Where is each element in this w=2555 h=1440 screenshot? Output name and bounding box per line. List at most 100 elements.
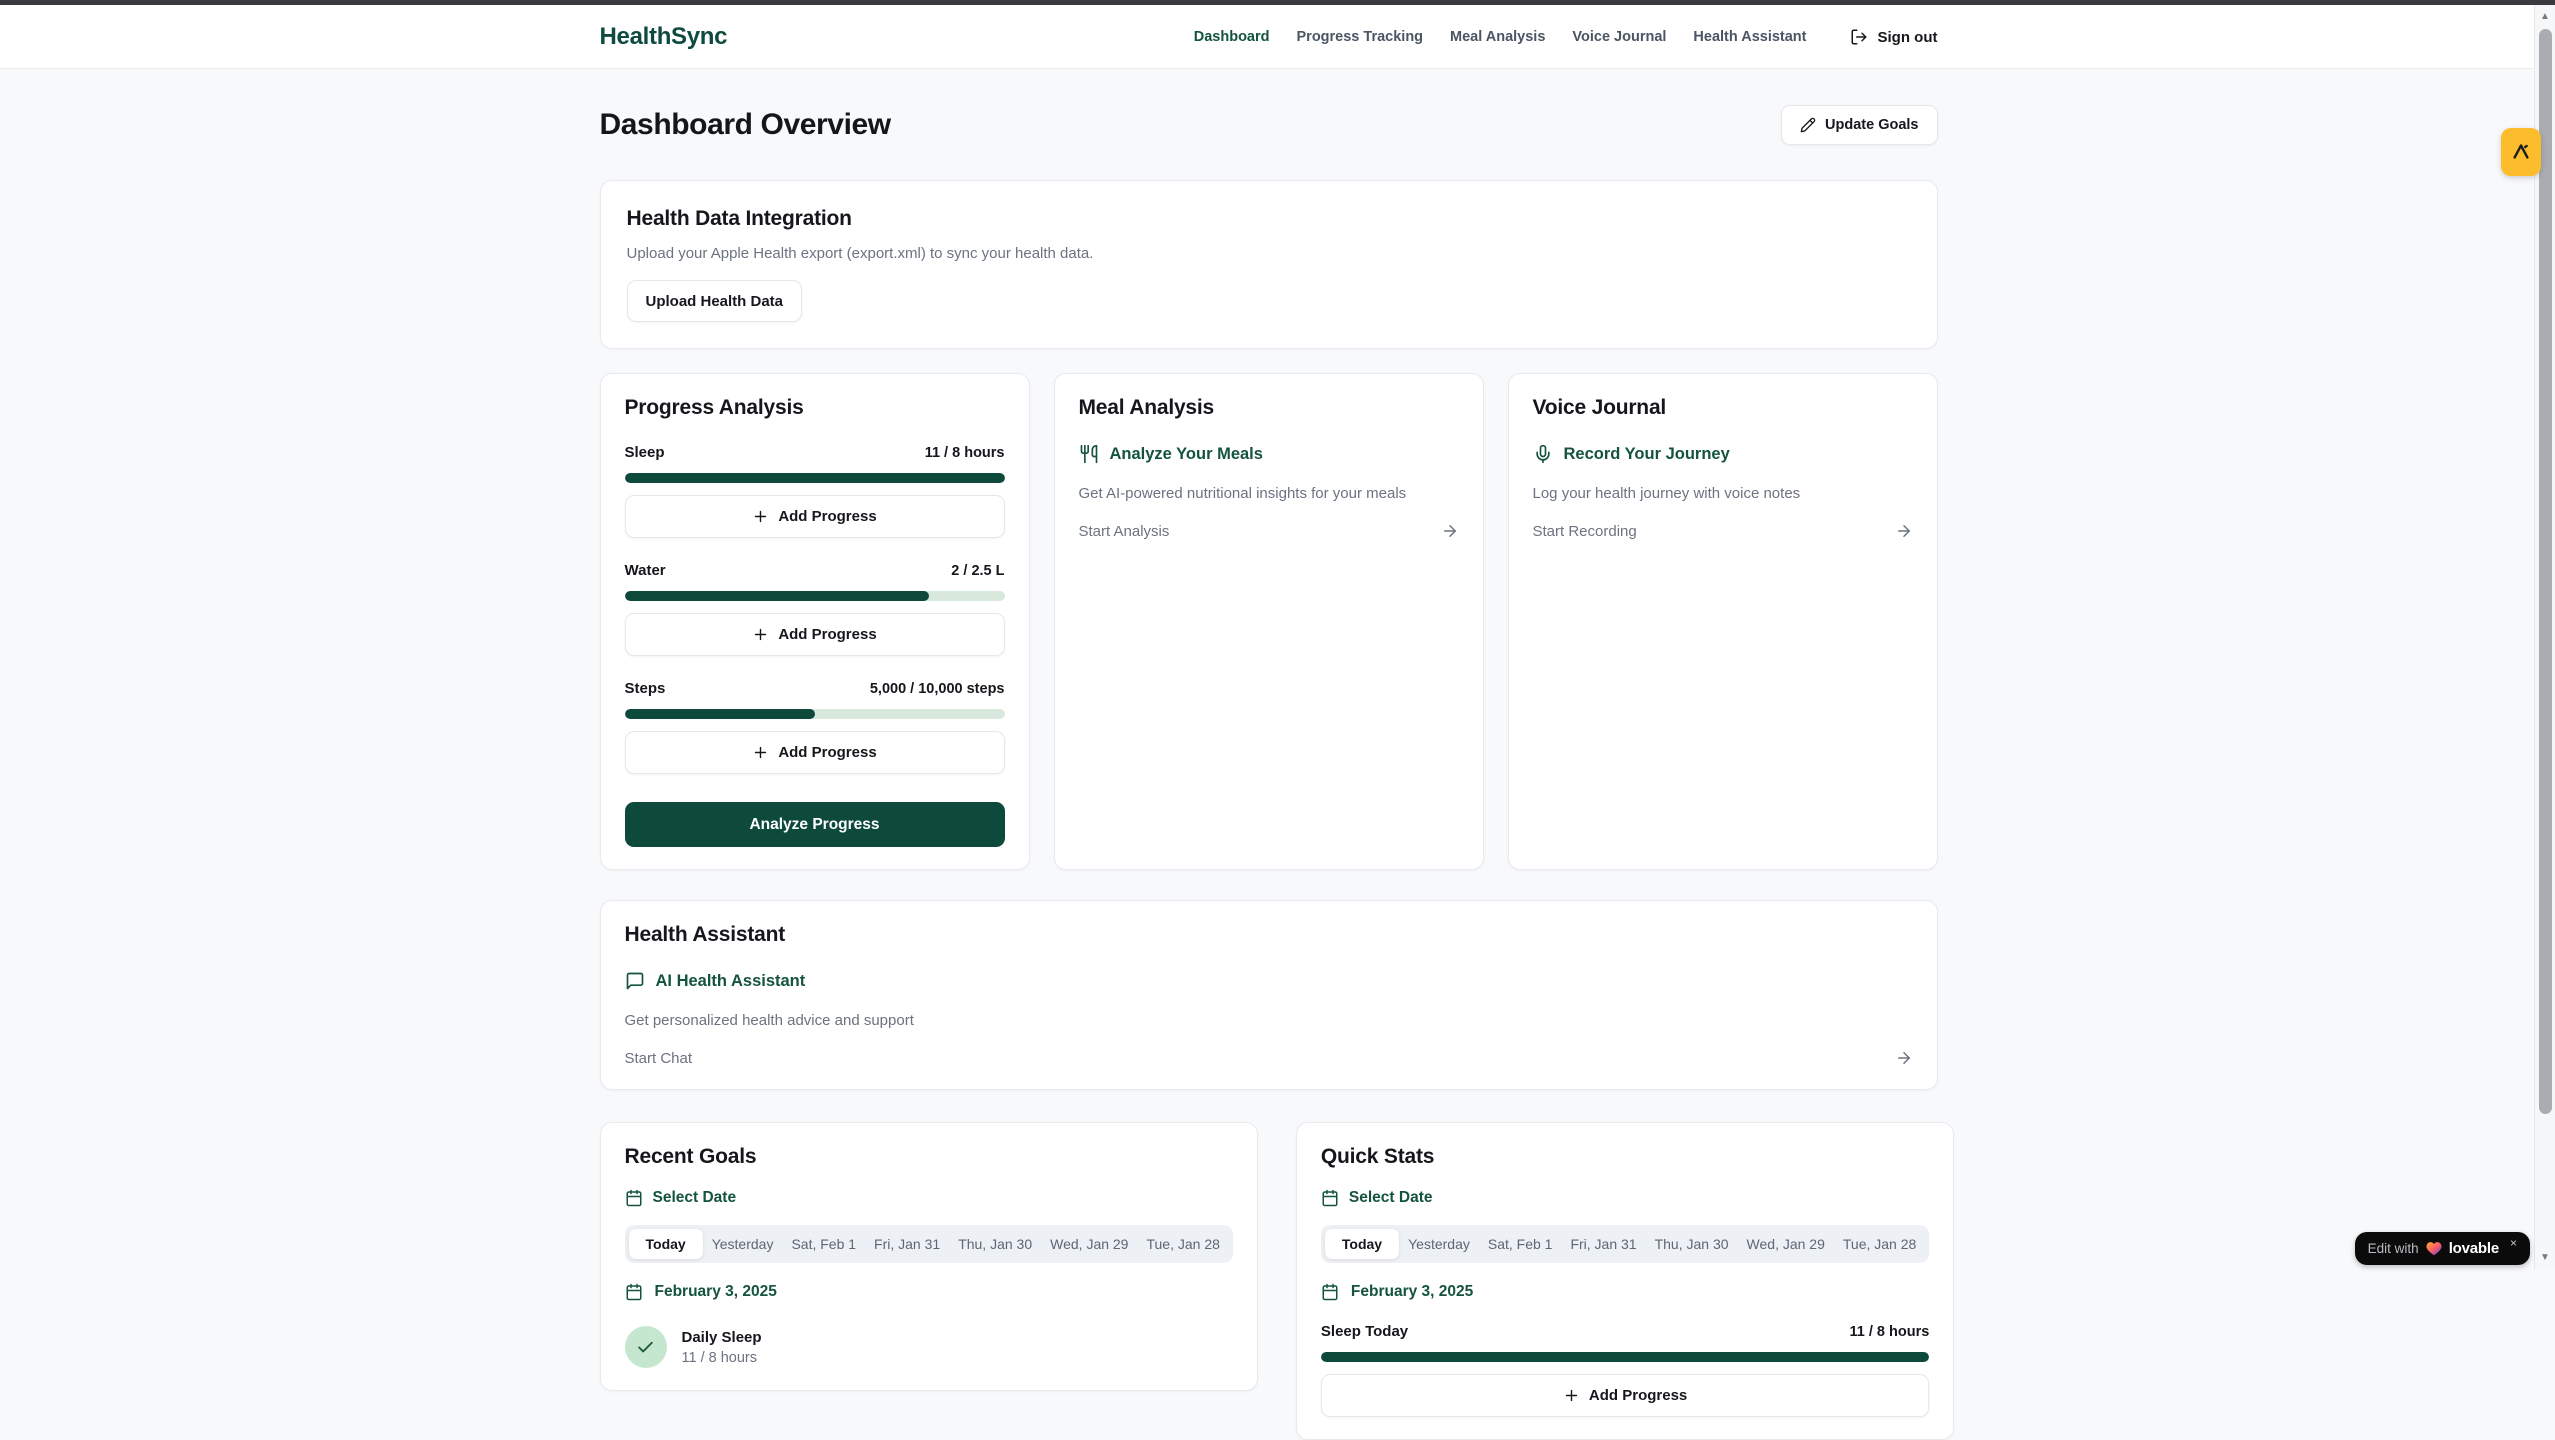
- recent-goals-card: Recent Goals Select Date Today Yesterday…: [600, 1122, 1258, 1391]
- plus-icon: [752, 744, 769, 761]
- recent-goals-selected-date[interactable]: February 3, 2025: [625, 1283, 1233, 1301]
- analyze-progress-button[interactable]: Analyze Progress: [625, 802, 1005, 847]
- recent-goals-title: Recent Goals: [625, 1145, 1233, 1169]
- chat-bubble-icon: [625, 971, 645, 991]
- edit-with-label: Edit with: [2368, 1241, 2419, 1256]
- analyze-your-meals-link[interactable]: Analyze Your Meals: [1079, 444, 1459, 464]
- metric-steps: Steps 5,000 / 10,000 steps Add Progress: [625, 680, 1005, 774]
- side-extension-badge[interactable]: [2501, 128, 2541, 176]
- meal-analysis-card: Meal Analysis Analyze Your Meals Get AI-…: [1054, 373, 1484, 870]
- lovable-brand-label: lovable: [2449, 1240, 2499, 1257]
- nav-item-meal-analysis[interactable]: Meal Analysis: [1450, 29, 1545, 45]
- scrollbar-thumb[interactable]: [2539, 29, 2552, 1114]
- calendar-icon: [1321, 1189, 1339, 1207]
- add-progress-sleep-button[interactable]: Add Progress: [625, 495, 1005, 538]
- add-progress-steps-button[interactable]: Add Progress: [625, 731, 1005, 774]
- main-content: Dashboard Overview Update Goals Health D…: [600, 69, 1938, 1440]
- nav-item-dashboard[interactable]: Dashboard: [1194, 29, 1270, 45]
- recent-goals-select-date[interactable]: Select Date: [625, 1189, 1233, 1207]
- plus-icon: [752, 626, 769, 643]
- metric-sleep: Sleep 11 / 8 hours Add Progress: [625, 444, 1005, 538]
- utensils-icon: [1079, 444, 1099, 464]
- sign-out-button[interactable]: Sign out: [1850, 28, 1938, 46]
- nav-item-voice-journal[interactable]: Voice Journal: [1572, 29, 1666, 45]
- health-assistant-card: Health Assistant AI Health Assistant Get…: [600, 900, 1938, 1090]
- tab-fri-jan-31[interactable]: Fri, Jan 31: [865, 1229, 949, 1259]
- record-your-journey-link[interactable]: Record Your Journey: [1533, 444, 1913, 464]
- microphone-icon: [1533, 444, 1553, 464]
- start-chat-link[interactable]: Start Chat: [625, 1050, 693, 1067]
- meal-analysis-title: Meal Analysis: [1079, 396, 1459, 420]
- tab-thu-jan-30[interactable]: Thu, Jan 30: [949, 1229, 1041, 1259]
- app-logo[interactable]: HealthSync: [600, 23, 728, 51]
- recent-goals-date-tabs: Today Yesterday Sat, Feb 1 Fri, Jan 31 T…: [625, 1225, 1233, 1263]
- water-progress-bar: [625, 591, 1005, 601]
- arrow-right-icon[interactable]: [1441, 522, 1459, 540]
- quick-stats-title: Quick Stats: [1321, 1145, 1929, 1169]
- voice-description: Log your health journey with voice notes: [1533, 485, 1913, 502]
- sign-out-label: Sign out: [1878, 29, 1938, 46]
- start-recording-link[interactable]: Start Recording: [1533, 523, 1637, 540]
- stat-value: 11 / 8 hours: [1850, 1324, 1930, 1340]
- meal-description: Get AI-powered nutritional insights for …: [1079, 485, 1459, 502]
- arrow-right-icon[interactable]: [1895, 522, 1913, 540]
- nav-item-health-assistant[interactable]: Health Assistant: [1693, 29, 1806, 45]
- goal-item-daily-sleep: Daily Sleep 11 / 8 hours: [625, 1326, 1233, 1368]
- tab-tue-jan-28[interactable]: Tue, Jan 28: [1137, 1229, 1228, 1259]
- ai-health-assistant-link[interactable]: AI Health Assistant: [625, 971, 1913, 991]
- arrow-right-icon[interactable]: [1895, 1049, 1913, 1067]
- quick-stats-select-date[interactable]: Select Date: [1321, 1189, 1929, 1207]
- heart-icon: [2426, 1241, 2442, 1256]
- update-goals-button[interactable]: Update Goals: [1781, 105, 1937, 145]
- tab-sat-feb-1[interactable]: Sat, Feb 1: [1479, 1229, 1562, 1259]
- tab-thu-jan-30[interactable]: Thu, Jan 30: [1646, 1229, 1738, 1259]
- scrollbar-up-arrow[interactable]: ▲: [2535, 7, 2555, 25]
- calendar-icon: [1321, 1283, 1339, 1301]
- progress-analysis-title: Progress Analysis: [625, 396, 1005, 420]
- quick-stats-card: Quick Stats Select Date Today Yesterday …: [1296, 1122, 1954, 1440]
- calendar-icon: [625, 1189, 643, 1207]
- tab-yesterday[interactable]: Yesterday: [1399, 1229, 1479, 1259]
- quick-stats-selected-date[interactable]: February 3, 2025: [1321, 1283, 1929, 1301]
- stat-label: Sleep Today: [1321, 1323, 1408, 1340]
- progress-analysis-card: Progress Analysis Sleep 11 / 8 hours Add…: [600, 373, 1030, 870]
- tab-tue-jan-28[interactable]: Tue, Jan 28: [1834, 1229, 1925, 1259]
- tab-today[interactable]: Today: [629, 1229, 703, 1259]
- voice-journal-title: Voice Journal: [1533, 396, 1913, 420]
- tab-fri-jan-31[interactable]: Fri, Jan 31: [1561, 1229, 1645, 1259]
- tab-wed-jan-29[interactable]: Wed, Jan 29: [1738, 1229, 1834, 1259]
- upload-health-data-button[interactable]: Upload Health Data: [627, 280, 803, 322]
- metric-water: Water 2 / 2.5 L Add Progress: [625, 562, 1005, 656]
- plus-icon: [1563, 1387, 1580, 1404]
- main-nav: Dashboard Progress Tracking Meal Analysi…: [1194, 28, 1938, 46]
- start-analysis-link[interactable]: Start Analysis: [1079, 523, 1170, 540]
- assistant-description: Get personalized health advice and suppo…: [625, 1012, 1913, 1029]
- integration-description: Upload your Apple Health export (export.…: [627, 245, 1911, 262]
- voice-journal-card: Voice Journal Record Your Journey Log yo…: [1508, 373, 1938, 870]
- browser-scrollbar[interactable]: ▲ ▼: [2534, 5, 2555, 1270]
- app-header: HealthSync Dashboard Progress Tracking M…: [0, 5, 2555, 69]
- sleep-today-progress-bar: [1321, 1352, 1929, 1362]
- tab-sat-feb-1[interactable]: Sat, Feb 1: [782, 1229, 865, 1259]
- quick-stats-add-progress-button[interactable]: Add Progress: [1321, 1374, 1929, 1417]
- quick-stats-date-tabs: Today Yesterday Sat, Feb 1 Fri, Jan 31 T…: [1321, 1225, 1929, 1263]
- add-progress-water-button[interactable]: Add Progress: [625, 613, 1005, 656]
- calendar-icon: [625, 1283, 643, 1301]
- nav-item-progress-tracking[interactable]: Progress Tracking: [1297, 29, 1424, 45]
- health-assistant-title: Health Assistant: [625, 923, 1913, 947]
- edit-with-lovable-badge[interactable]: Edit with lovable ×: [2355, 1232, 2530, 1265]
- check-circle-icon: [625, 1326, 667, 1368]
- pencil-icon: [1800, 117, 1816, 133]
- a-glyph-icon: [2510, 141, 2532, 163]
- integration-title: Health Data Integration: [627, 207, 1911, 231]
- badge-close-icon[interactable]: ×: [2510, 1236, 2517, 1250]
- tab-yesterday[interactable]: Yesterday: [703, 1229, 783, 1259]
- goal-value: 11 / 8 hours: [682, 1350, 762, 1366]
- goal-name: Daily Sleep: [682, 1329, 762, 1346]
- health-data-integration-card: Health Data Integration Upload your Appl…: [600, 180, 1938, 349]
- plus-icon: [752, 508, 769, 525]
- tab-wed-jan-29[interactable]: Wed, Jan 29: [1041, 1229, 1137, 1259]
- logout-icon: [1850, 28, 1868, 46]
- scrollbar-down-arrow[interactable]: ▼: [2535, 1248, 2555, 1266]
- tab-today[interactable]: Today: [1325, 1229, 1399, 1259]
